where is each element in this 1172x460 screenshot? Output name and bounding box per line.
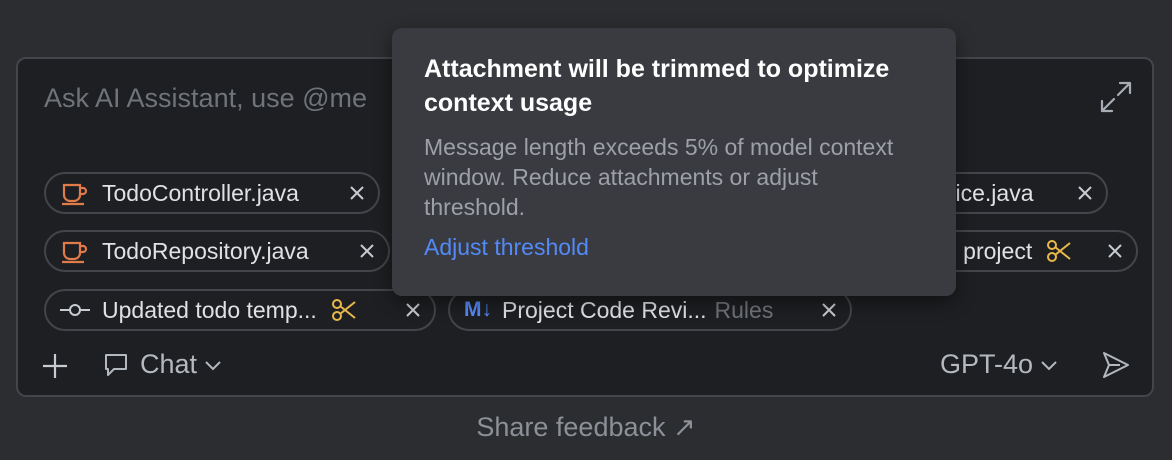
commit-icon: [60, 296, 90, 324]
attachment-label: TodoRepository.java: [102, 237, 309, 264]
attachment-label: e project: [944, 237, 1033, 264]
model-selector-dropdown[interactable]: GPT-4o: [940, 349, 1059, 380]
markdown-icon: M↓: [464, 296, 492, 324]
chat-mode-dropdown[interactable]: Chat: [102, 349, 223, 380]
markdown-badge: M↓: [464, 298, 492, 321]
chevron-down-icon: [205, 360, 221, 370]
expand-icon[interactable]: [1098, 79, 1134, 115]
close-icon[interactable]: [338, 184, 366, 202]
popup-body: Message length exceeds 5% of model conte…: [424, 134, 894, 220]
scissors-icon: [1046, 239, 1072, 263]
chevron-down-icon: [1041, 360, 1057, 370]
chat-mode-label: Chat: [140, 349, 198, 379]
attachment-sublabel: Rules: [714, 296, 774, 323]
trim-warning-popup: Attachment will be trimmed to optimize c…: [392, 28, 956, 296]
close-icon[interactable]: [810, 301, 838, 319]
java-cup-icon: [60, 179, 90, 207]
attachment-label: vice.java: [944, 179, 1034, 206]
attachment-label: TodoController.java: [102, 179, 299, 206]
popup-title: Attachment will be trimmed to optimize c…: [424, 55, 890, 117]
adjust-threshold-link[interactable]: Adjust threshold: [424, 234, 589, 261]
plus-icon: [43, 354, 67, 378]
java-cup-icon: [60, 237, 90, 265]
close-icon[interactable]: [348, 242, 376, 260]
add-attachment-button[interactable]: [40, 351, 70, 381]
attachment-chip[interactable]: TodoRepository.java: [44, 230, 390, 272]
attachment-chip[interactable]: TodoController.java: [44, 172, 380, 214]
close-icon[interactable]: [1066, 184, 1094, 202]
scissors-icon: [331, 298, 357, 322]
attachment-label: Project Code Revi...: [502, 296, 707, 323]
attachment-label: Updated todo temp...: [102, 296, 317, 323]
chat-bubble-icon: [105, 353, 127, 376]
attachment-chip[interactable]: Updated todo temp...: [44, 289, 436, 331]
close-icon[interactable]: [1096, 242, 1124, 260]
send-icon: [1103, 352, 1129, 378]
model-label: GPT-4o: [940, 349, 1034, 379]
share-feedback-link[interactable]: Share feedback ↗: [0, 412, 1172, 443]
close-icon[interactable]: [394, 301, 422, 319]
send-button[interactable]: [1100, 349, 1132, 381]
chat-input-placeholder[interactable]: Ask AI Assistant, use @me: [44, 83, 367, 114]
